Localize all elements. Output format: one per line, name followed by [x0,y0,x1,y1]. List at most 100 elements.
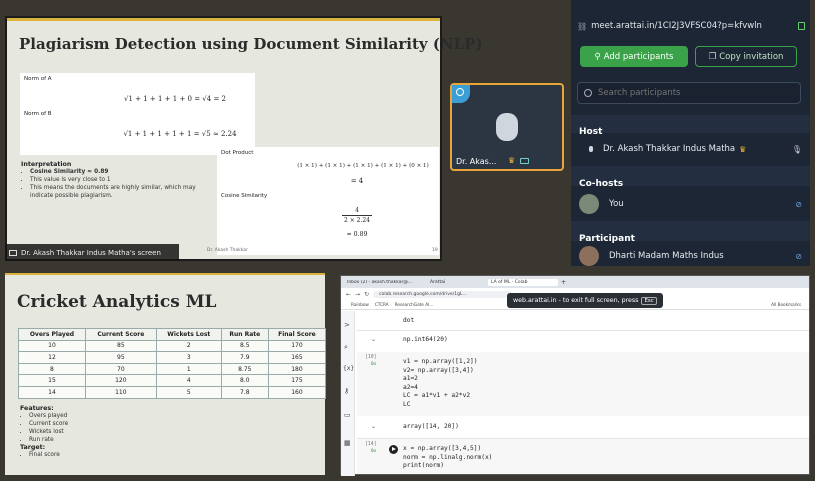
cohosts-header: Co-hosts [571,166,810,189]
collapse-output-icon[interactable]: ⌄ [371,336,376,343]
tab-arattai[interactable]: Arattai [430,280,485,285]
copy-invitation-button[interactable]: ❐ Copy invitation [695,46,797,67]
audio-indicator-icon [456,88,464,96]
search-participants[interactable] [577,82,801,104]
cosine-num: 4 [355,207,359,214]
link-icon: ⛓ [577,21,588,31]
norm-b-expr: √1 + 1 + 1 + 1 + 1 = √5 ≈ 2.24 [123,130,237,138]
terminal-icon[interactable]: ▦ [344,439,351,447]
secrets-icon[interactable]: ⚷ [344,387,349,395]
video-tile[interactable]: Dr. Akas... ♛ [450,83,564,171]
host-header: Host [571,115,810,137]
table-header-row: Overs Played Current Score Wickets Lost … [18,328,327,341]
cohost-name: You [609,199,624,209]
run-cell-button[interactable] [389,445,398,454]
target-heading: Target: [20,444,46,451]
cricket-table: Overs Played Current Score Wickets Lost … [18,328,327,399]
variables-icon[interactable]: {x} [343,365,354,372]
column-header: Wickets Lost [155,328,222,341]
cohost-row[interactable]: You ⊘ [571,192,810,216]
table-cell: 1 [155,362,222,376]
toc-icon[interactable]: > [344,321,350,329]
mic-muted-icon[interactable]: ⊘ [795,200,802,209]
table-cell: 120 [84,374,157,387]
copy-icon: ❐ [708,51,717,62]
feature-item: Run rate [29,436,170,444]
files-icon[interactable]: ▭ [344,411,351,419]
participant-row[interactable]: Dharti Madam Maths Indus ⊘ [571,246,810,266]
table-cell: 8.5 [220,339,269,353]
norm-a-expr: √1 + 1 + 1 + 1 + 0 = √4 = 2 [124,95,226,103]
slide-top-bar [5,273,325,275]
code-line: a2=4 [403,383,418,391]
code-cell[interactable]: [10] 0s v1 = np.array([1,2]) v2= np.arra… [357,352,809,416]
tab-strip: Inbox (2) - akash.thakkar@... Arattai LA… [341,276,809,288]
back-icon[interactable]: ← [346,291,351,298]
mic-icon[interactable]: 🎙︎ [792,145,802,154]
table-cell: 7.9 [220,351,269,364]
mic-muted-icon[interactable]: ⊘ [795,252,802,261]
code-line: v1 = np.array([1,2]) [403,358,478,365]
table-cell: 10 [18,339,86,353]
all-bookmarks[interactable]: All Bookmarks [771,302,801,307]
table-cell: 2 [155,339,222,353]
cosine-den: 2 × 2.24 [343,217,371,224]
copy-link-icon[interactable] [798,22,805,30]
interp-item: This value is very close to 1 [30,176,216,184]
tab-inbox[interactable]: Inbox (2) - akash.thakkar@... [347,280,427,285]
screen-share-text: Dr. Akash Thakkar Indus Matha's screen [21,248,161,257]
tab-colab[interactable]: LA of ML - Colab [488,278,558,286]
table-cell: 95 [84,351,157,364]
execution-time: 0s [371,449,377,454]
code-line: print(norm) [403,462,444,470]
table-cell: 3 [155,351,222,364]
code-line: x = np.array([3,4,5]) [403,445,482,452]
table-cell: 14 [18,385,86,399]
table-cell: 8 [18,362,86,376]
search-input[interactable] [598,88,778,98]
host-name: Dr. Akash Thakkar Indus Matha [603,144,736,154]
screen-share-icon [9,249,17,256]
target-list: Final score [20,451,170,459]
table-cell: 15 [18,374,86,387]
add-person-icon: ⚲ [594,51,601,62]
table-cell: 85 [84,339,157,353]
code-line: LC = a1*v1 + a2*v2 [403,392,471,400]
cell-output: np.int64(20) [403,336,448,343]
bookmark-item[interactable]: Rainbow [351,302,369,307]
bookmark-item[interactable]: CTCRA [375,302,389,307]
video-tile-name: Dr. Akas... [456,157,497,166]
column-header: Overs Played [18,328,86,341]
interp-item: This means the documents are highly simi… [30,184,216,200]
slide-title: Plagiarism Detection using Document Simi… [19,35,483,53]
table-cell: 170 [267,339,327,353]
invite-link-row[interactable]: ⛓ meet.arattai.in/1CI2J3VFSC04?p=kfvwln [577,16,805,36]
interp-heading: Interpretation [21,161,72,168]
reload-icon[interactable]: ↻ [364,291,369,298]
host-row[interactable]: Dr. Akash Thakkar Indus Matha ♛ 🎙︎ [571,137,810,161]
collapse-output-icon[interactable]: ⌄ [371,423,376,430]
search-icon [584,89,592,97]
interp-list: Cosine Similarity ≈ 0.89 This value is v… [21,168,216,200]
table-cell: 160 [267,385,327,399]
participant-header: Participant [571,221,810,244]
colab-left-rail: > ⌕ {x} ⚷ ▭ ▦ [341,311,355,476]
new-tab-icon[interactable]: + [561,279,566,286]
address-bar[interactable]: colab.research.google.com/drive/1gL... [373,290,514,298]
fullscreen-text: web.arattai.in - to exit full screen, pr… [513,297,639,304]
code-line: LC [403,401,411,408]
shared-screen-top: Plagiarism Detection using Document Simi… [5,16,483,261]
slide-top-bar [7,18,440,21]
crown-icon: ♛ [508,156,516,165]
browser-window: Inbox (2) - akash.thakkar@... Arattai LA… [340,275,810,476]
table-cell: 175 [267,374,327,387]
forward-icon[interactable]: → [355,291,360,298]
code-cell[interactable]: [14] 0s x = np.array([3,4,5]) norm = np.… [357,438,809,474]
crown-icon: ♛ [739,144,747,154]
cell-source[interactable]: dot [403,317,414,326]
feature-item: Current score [29,420,170,428]
play-icon [392,447,396,451]
search-icon[interactable]: ⌕ [344,343,348,352]
bookmark-item[interactable]: ResearchGate AI... [395,302,434,307]
add-participants-button[interactable]: ⚲ Add participants [580,46,688,67]
